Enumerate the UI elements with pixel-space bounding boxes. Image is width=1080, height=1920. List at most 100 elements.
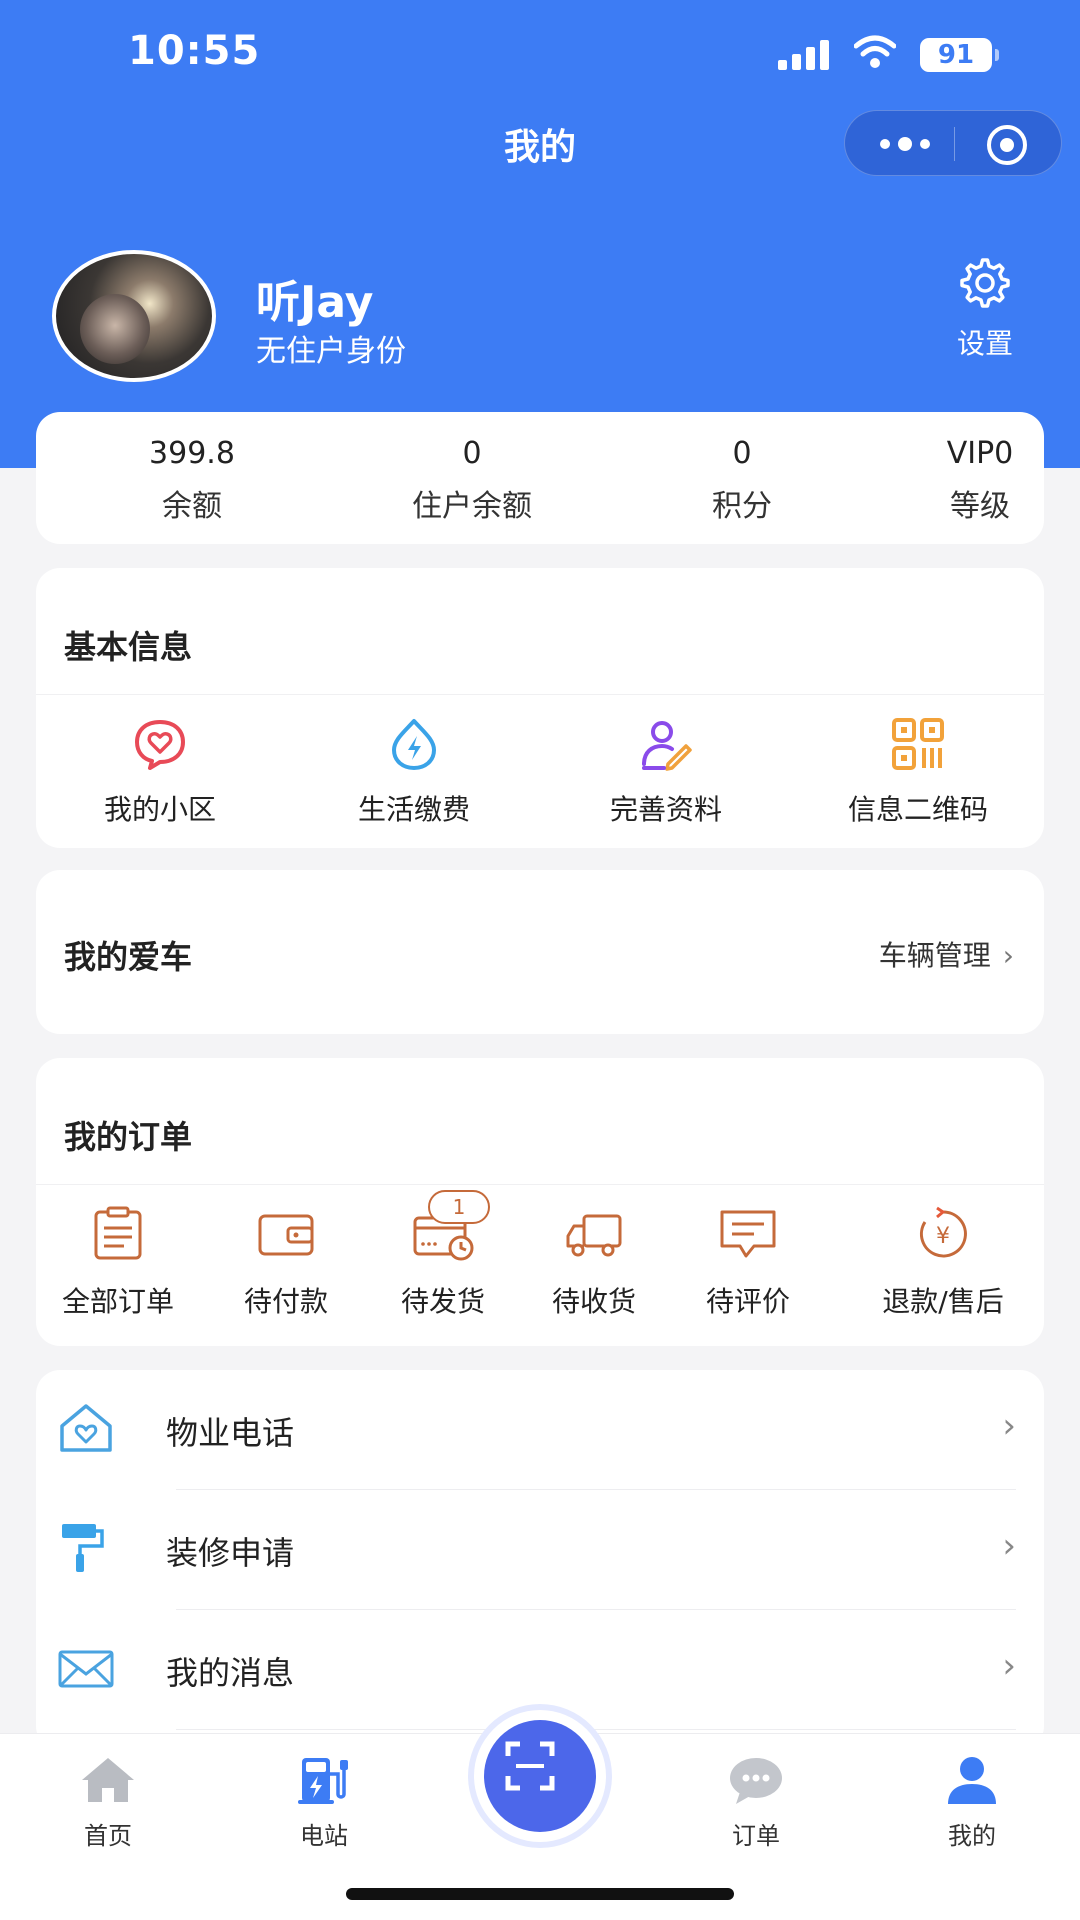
grid-item-label: 生活缴费 xyxy=(357,793,470,826)
basic-info-card: 基本信息 我的小区 生活缴费 完善资料 信息二维码 xyxy=(36,568,1044,848)
order-pending-payment[interactable]: 待付款 xyxy=(236,1206,336,1320)
chat-bubble-icon xyxy=(730,1758,782,1804)
grid-item-life-payment[interactable]: 生活缴费 xyxy=(304,716,524,828)
user-identity-status: 无住户身份 xyxy=(256,334,406,369)
order-item-label: 待发货 xyxy=(400,1285,485,1318)
stat-value: 399.8 xyxy=(149,436,235,471)
divider xyxy=(176,1729,1016,1730)
more-icon[interactable] xyxy=(877,129,933,159)
stat-value: VIP0 xyxy=(946,436,1014,471)
order-item-label: 待收货 xyxy=(551,1285,636,1318)
order-pending-shipment[interactable]: 1 待发货 xyxy=(388,1190,498,1320)
order-item-label: 待评价 xyxy=(705,1285,790,1318)
person-icon xyxy=(948,1757,996,1804)
grid-item-info-qr-code[interactable]: 信息二维码 xyxy=(808,716,1028,828)
status-bar: 10:55 91 xyxy=(0,28,1080,78)
stat-label: 积分 xyxy=(712,489,772,524)
menu-row-renovation-request[interactable]: 装修申请 › xyxy=(36,1490,1044,1610)
stat-label: 等级 xyxy=(950,489,1010,524)
grid-item-label: 我的小区 xyxy=(103,793,216,826)
chevron-right-icon: › xyxy=(1002,1646,1016,1686)
tab-label: 电站 xyxy=(300,1822,348,1850)
close-target-icon[interactable] xyxy=(985,123,1029,167)
tab-mine[interactable]: 我的 xyxy=(912,1754,1032,1851)
wallet-icon xyxy=(258,1214,314,1256)
battery-indicator: 91 xyxy=(920,38,999,72)
menu-row-label: 装修申请 xyxy=(166,1534,295,1572)
order-item-label: 全部订单 xyxy=(61,1285,174,1318)
chevron-right-icon: › xyxy=(1002,939,1014,972)
grid-item-label: 信息二维码 xyxy=(847,793,988,826)
tab-label: 订单 xyxy=(732,1822,780,1850)
truck-icon xyxy=(566,1214,622,1257)
paint-roller-icon xyxy=(62,1524,104,1572)
svg-text:¥: ¥ xyxy=(936,1224,950,1249)
settings-button[interactable]: 设置 xyxy=(930,256,1040,366)
order-all[interactable]: 全部订单 xyxy=(54,1206,182,1320)
status-time: 10:55 xyxy=(128,28,261,74)
avatar[interactable] xyxy=(52,250,216,382)
home-indicator xyxy=(346,1888,734,1900)
stat-points[interactable]: 0 积分 xyxy=(642,436,842,525)
my-car-card: 我的爱车 车辆管理 › xyxy=(36,870,1044,1034)
service-menu-card: 物业电话 › 装修申请 › 我的消息 › xyxy=(36,1370,1044,1750)
stat-balance[interactable]: 399.8 余额 xyxy=(92,436,292,525)
order-count-badge: 1 xyxy=(428,1190,490,1224)
menu-row-label: 物业电话 xyxy=(166,1414,295,1452)
stat-resident-balance[interactable]: 0 住户余额 xyxy=(372,436,572,525)
scan-icon xyxy=(505,1741,555,1791)
stat-value: 0 xyxy=(732,436,752,471)
chevron-right-icon: › xyxy=(1002,1526,1016,1566)
user-name: 听Jay xyxy=(256,277,374,328)
chevron-right-icon: › xyxy=(1002,1406,1016,1446)
stat-label: 余额 xyxy=(162,489,222,524)
menu-row-label: 我的消息 xyxy=(166,1654,295,1692)
section-title: 基本信息 xyxy=(64,628,193,666)
vehicle-management-label: 车辆管理 xyxy=(878,939,991,972)
home-icon xyxy=(82,1758,134,1802)
section-title: 我的爱车 xyxy=(64,938,193,976)
grid-item-label: 完善资料 xyxy=(609,793,722,826)
edit-profile-icon xyxy=(642,721,692,771)
order-item-label: 待付款 xyxy=(243,1285,328,1318)
stat-level[interactable]: VIP0 等级 xyxy=(880,436,1080,525)
tab-home[interactable]: 首页 xyxy=(48,1754,168,1851)
account-stats-card: 399.8 余额 0 住户余额 0 积分 VIP0 等级 xyxy=(36,412,1044,544)
vehicle-management-link[interactable]: 车辆管理 › xyxy=(879,934,1014,974)
scan-button[interactable] xyxy=(474,1710,606,1842)
house-heart-icon xyxy=(60,1404,112,1452)
wifi-icon xyxy=(854,35,896,68)
comment-icon xyxy=(720,1210,776,1258)
mini-program-capsule xyxy=(844,110,1062,176)
settings-label: 设置 xyxy=(956,327,1013,360)
divider xyxy=(36,1184,1044,1185)
clipboard-icon xyxy=(94,1206,142,1260)
order-pending-receipt[interactable]: 待收货 xyxy=(544,1206,644,1320)
grid-item-complete-profile[interactable]: 完善资料 xyxy=(556,716,776,828)
stat-value: 0 xyxy=(462,436,482,471)
stat-label: 住户余额 xyxy=(412,489,532,524)
menu-row-property-phone[interactable]: 物业电话 › xyxy=(36,1370,1044,1490)
divider xyxy=(36,694,1044,695)
order-item-label: 退款/售后 xyxy=(882,1285,1004,1318)
gear-icon xyxy=(960,258,1010,308)
capsule-divider xyxy=(954,127,955,161)
order-pending-review[interactable]: 待评价 xyxy=(698,1206,798,1320)
tab-orders[interactable]: 订单 xyxy=(696,1754,816,1851)
signal-icon xyxy=(778,40,829,70)
section-title: 我的订单 xyxy=(64,1118,193,1156)
order-refund-after-sales[interactable]: ¥ 退款/售后 xyxy=(868,1206,1018,1320)
tab-label: 我的 xyxy=(948,1822,996,1850)
heart-chat-icon xyxy=(135,720,185,770)
envelope-icon xyxy=(58,1650,114,1688)
grid-item-my-community[interactable]: 我的小区 xyxy=(50,716,270,828)
lightning-drop-icon xyxy=(392,719,436,770)
tab-label: 首页 xyxy=(84,1822,132,1850)
tab-station[interactable]: 电站 xyxy=(264,1754,384,1851)
my-orders-card: 我的订单 全部订单 待付款 1 待发货 待收货 待评价 ¥ 退款/售后 xyxy=(36,1058,1044,1346)
charging-station-icon xyxy=(298,1758,348,1804)
qr-code-icon xyxy=(892,718,944,770)
my-page: 10:55 91 我的 听Jay 无住户身份 设置 399.8 余额 0 住户余… xyxy=(0,0,1080,1920)
avatar-photo xyxy=(80,294,150,364)
refund-icon: ¥ xyxy=(919,1206,967,1258)
